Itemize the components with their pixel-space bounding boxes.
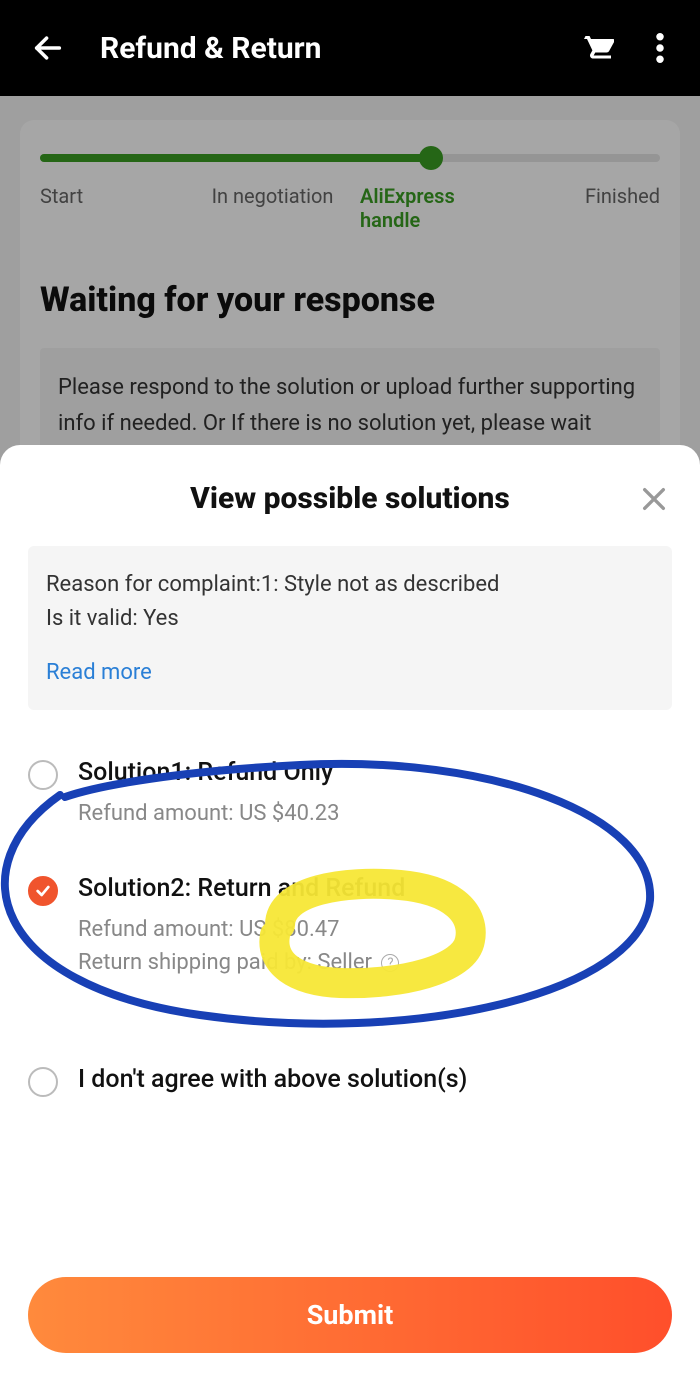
more-icon[interactable] — [644, 33, 676, 63]
shipping-value: Seller — [317, 950, 372, 975]
reason-line-1: Reason for complaint:1: Style not as des… — [46, 568, 654, 602]
page-title: Refund & Return — [100, 31, 572, 66]
option-refund-only[interactable]: Solution1: Refund Only Refund amount: US… — [28, 740, 672, 856]
option-return-and-refund[interactable]: Solution2: Return and Refund Refund amou… — [28, 856, 672, 1005]
app-bar: Refund & Return — [0, 0, 700, 96]
sheet-title: View possible solutions — [190, 481, 510, 516]
radio-unchecked-icon[interactable] — [28, 760, 58, 790]
option-disagree[interactable]: I don't agree with above solution(s) — [28, 1005, 672, 1123]
read-more-link[interactable]: Read more — [46, 656, 654, 690]
option-amount: Refund amount: US $80.47 — [78, 913, 672, 946]
back-icon[interactable] — [24, 24, 72, 72]
close-icon[interactable] — [636, 481, 672, 517]
shipping-label: Return shipping paid by: — [78, 950, 317, 975]
radio-checked-icon[interactable] — [28, 876, 58, 906]
option-title: I don't agree with above solution(s) — [78, 1065, 672, 1094]
reason-line-2: Is it valid: Yes — [46, 602, 654, 636]
cart-icon[interactable] — [572, 30, 620, 66]
options-list: Solution1: Refund Only Refund amount: US… — [28, 740, 672, 1123]
reason-box: Reason for complaint:1: Style not as des… — [28, 546, 672, 710]
radio-unchecked-icon[interactable] — [28, 1067, 58, 1097]
option-title: Solution2: Return and Refund — [78, 874, 672, 903]
solutions-sheet: View possible solutions Reason for compl… — [0, 445, 700, 1381]
option-amount: Refund amount: US $40.23 — [78, 797, 672, 830]
submit-button[interactable]: Submit — [28, 1277, 672, 1353]
option-shipping: Return shipping paid by: Seller ? — [78, 946, 672, 979]
option-title: Solution1: Refund Only — [78, 758, 672, 787]
help-icon[interactable]: ? — [381, 954, 399, 972]
